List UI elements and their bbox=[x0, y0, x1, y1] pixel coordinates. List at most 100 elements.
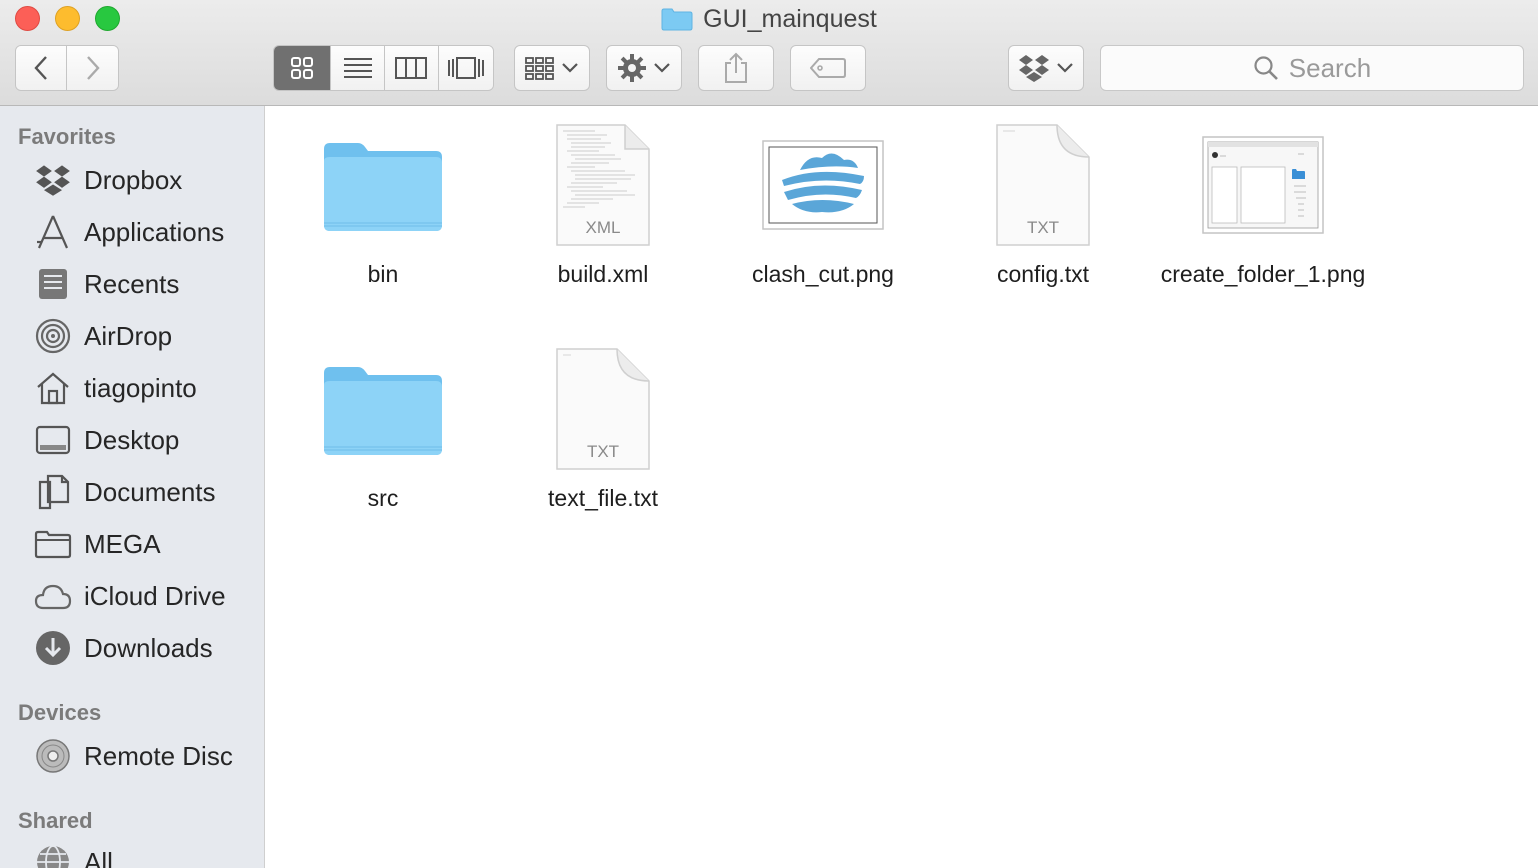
file-item-build-xml[interactable]: XML build.xml bbox=[493, 120, 713, 291]
sidebar-item-label: tiagopinto bbox=[84, 372, 197, 403]
sidebar-item-downloads[interactable]: Downloads bbox=[34, 626, 213, 670]
applications-icon bbox=[34, 213, 72, 251]
sidebar-item-documents[interactable]: Documents bbox=[34, 470, 216, 514]
file-type-label: TXT bbox=[1027, 218, 1059, 237]
desktop-icon bbox=[34, 421, 72, 459]
cover-flow-view-button[interactable] bbox=[438, 46, 493, 90]
sidebar-item-applications[interactable]: Applications bbox=[34, 210, 224, 254]
home-icon bbox=[34, 369, 72, 407]
icon-view-button[interactable] bbox=[274, 46, 332, 90]
sidebar-item-all-shared[interactable]: All... bbox=[34, 840, 135, 868]
columns-icon bbox=[395, 57, 428, 79]
cover-flow-icon bbox=[447, 57, 484, 79]
gear-icon bbox=[618, 54, 646, 82]
dropbox-icon bbox=[1019, 55, 1049, 82]
airdrop-icon bbox=[34, 317, 72, 355]
list-view-button[interactable] bbox=[331, 46, 385, 90]
dropbox-menu-button[interactable] bbox=[1008, 45, 1084, 91]
file-thumb bbox=[313, 120, 453, 250]
file-name: src bbox=[367, 485, 399, 511]
view-mode-selector bbox=[273, 45, 494, 91]
window-title: GUI_mainquest bbox=[0, 3, 1538, 35]
grid-icon bbox=[291, 57, 314, 79]
recents-icon bbox=[34, 265, 72, 303]
sidebar-item-label: Dropbox bbox=[84, 164, 183, 195]
sidebar-item-dropbox[interactable]: Dropbox bbox=[34, 158, 182, 202]
sidebar-heading-shared: Shared bbox=[18, 808, 93, 833]
text-document-icon: TXT bbox=[996, 124, 1090, 246]
sidebar-heading-devices: Devices bbox=[18, 700, 102, 725]
sidebar-item-home[interactable]: tiagopinto bbox=[34, 366, 197, 410]
sidebar-item-icloud[interactable]: iCloud Drive bbox=[34, 574, 226, 618]
sidebar-item-desktop[interactable]: Desktop bbox=[34, 418, 179, 462]
screenshot-thumbnail-icon bbox=[1202, 136, 1324, 234]
file-thumb bbox=[1193, 120, 1333, 250]
sidebar-item-recents[interactable]: Recents bbox=[34, 262, 179, 306]
sidebar-item-label: iCloud Drive bbox=[84, 580, 226, 611]
file-item-text-file-txt[interactable]: TXT text_file.txt bbox=[493, 344, 713, 515]
chevron-left-icon bbox=[34, 56, 47, 80]
sidebar-heading-favorites: Favorites bbox=[18, 124, 116, 149]
file-browser: bin XML build.xml clash_cut.png TXT conf… bbox=[266, 106, 1538, 868]
file-item-create-folder-1-png[interactable]: create_folder_1.png bbox=[1153, 120, 1373, 291]
folder-icon bbox=[34, 525, 72, 563]
tags-button[interactable] bbox=[790, 45, 866, 91]
text-document-icon: TXT bbox=[556, 348, 650, 470]
chevron-right-icon bbox=[86, 56, 100, 80]
column-view-button[interactable] bbox=[385, 46, 439, 90]
arrange-button[interactable] bbox=[514, 45, 590, 91]
chevron-down-icon bbox=[654, 63, 670, 73]
file-name: clash_cut.png bbox=[752, 261, 894, 287]
sidebar-item-label: AirDrop bbox=[84, 320, 173, 351]
xml-document-icon: XML bbox=[556, 124, 650, 246]
file-type-label: TXT bbox=[587, 442, 619, 461]
window-toolbar: GUI_mainquest Search bbox=[0, 0, 1538, 106]
sidebar-item-label: Downloads bbox=[84, 632, 213, 663]
file-item-config-txt[interactable]: TXT config.txt bbox=[933, 120, 1153, 291]
documents-icon bbox=[34, 473, 72, 511]
forward-button[interactable] bbox=[67, 46, 118, 90]
share-button[interactable] bbox=[698, 45, 774, 91]
image-thumbnail-icon bbox=[762, 140, 884, 230]
file-name: create_folder_1.png bbox=[1160, 261, 1366, 287]
share-icon bbox=[725, 52, 747, 83]
tag-icon bbox=[810, 58, 846, 78]
disc-icon bbox=[34, 737, 72, 775]
file-name: text_file.txt bbox=[548, 485, 658, 511]
sidebar-item-remote-disc[interactable]: Remote Disc bbox=[34, 734, 233, 778]
window-title-text: GUI_mainquest bbox=[703, 4, 877, 33]
chevron-down-icon bbox=[562, 63, 578, 73]
list-icon bbox=[343, 58, 372, 78]
file-thumb: XML bbox=[533, 120, 673, 250]
folder-icon bbox=[324, 143, 442, 231]
sidebar-item-airdrop[interactable]: AirDrop bbox=[34, 314, 172, 358]
sidebar-item-label: Remote Disc bbox=[84, 740, 233, 771]
file-name: build.xml bbox=[557, 261, 649, 287]
chevron-down-icon bbox=[1057, 63, 1073, 73]
downloads-icon bbox=[34, 629, 72, 667]
file-item-clash-cut-png[interactable]: clash_cut.png bbox=[713, 120, 933, 291]
sidebar: Favorites Dropbox Applications Recents A… bbox=[0, 106, 265, 868]
file-name: config.txt bbox=[996, 261, 1090, 287]
dropbox-icon bbox=[34, 161, 72, 199]
sidebar-item-label: Documents bbox=[84, 476, 216, 507]
cloud-icon bbox=[34, 577, 72, 615]
sidebar-item-label: Recents bbox=[84, 268, 180, 299]
folder-icon bbox=[324, 367, 442, 455]
search-field[interactable]: Search bbox=[1100, 45, 1524, 91]
sidebar-item-label: Applications bbox=[84, 216, 225, 247]
navigation-buttons bbox=[15, 45, 119, 91]
sidebar-item-label: All... bbox=[84, 846, 135, 868]
file-item-bin[interactable]: bin bbox=[273, 120, 493, 291]
file-thumb bbox=[313, 344, 453, 474]
action-menu-button[interactable] bbox=[606, 45, 682, 91]
file-thumb: TXT bbox=[973, 120, 1113, 250]
back-button[interactable] bbox=[16, 46, 68, 90]
file-name: bin bbox=[367, 261, 399, 287]
sidebar-item-label: MEGA bbox=[84, 528, 161, 559]
file-thumb: TXT bbox=[533, 344, 673, 474]
search-placeholder: Search bbox=[1288, 52, 1372, 83]
file-item-src[interactable]: src bbox=[273, 344, 493, 515]
sidebar-item-mega[interactable]: MEGA bbox=[34, 522, 161, 566]
network-icon bbox=[34, 843, 72, 868]
